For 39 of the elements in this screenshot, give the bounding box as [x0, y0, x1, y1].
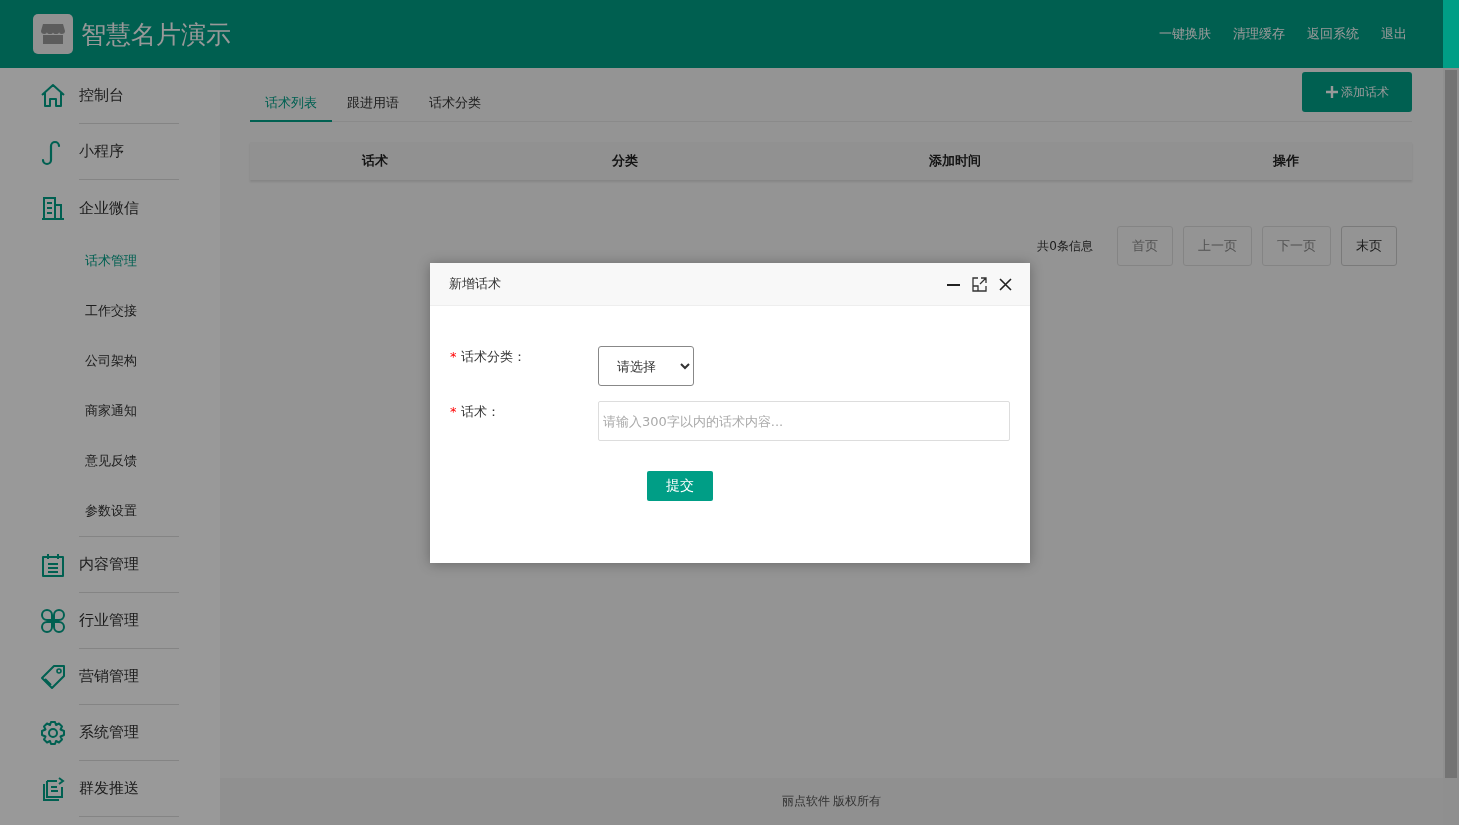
menu-item[interactable]: 内容管理 [79, 537, 179, 593]
tab[interactable]: 话术分类 [414, 94, 496, 122]
column-header: 添加时间 [928, 152, 982, 170]
record-count: 共0条信息 [1037, 237, 1093, 255]
field-label: * 话术分类： [450, 348, 527, 366]
column-header: 操作 [1272, 152, 1300, 170]
submit-button[interactable]: 提交 [647, 471, 713, 501]
menu-item[interactable]: 群发推送 [79, 761, 179, 817]
category-select[interactable]: 请选择 [598, 346, 694, 386]
app-title: 智慧名片演示 [81, 18, 231, 51]
menu-icon [39, 607, 67, 635]
tab[interactable]: 跟进用语 [332, 94, 414, 122]
field-label: * 话术： [450, 403, 501, 421]
menu-item[interactable]: 控制台 [79, 68, 179, 124]
submenu-item[interactable]: 商家通知 [79, 386, 179, 436]
submenu-item[interactable]: 意见反馈 [79, 436, 179, 486]
logo-icon [33, 14, 73, 54]
submenu-item[interactable]: 工作交接 [79, 286, 179, 336]
column-header: 分类 [611, 152, 639, 170]
input-field[interactable]: 请输入300字以内的话术内容... [598, 401, 1010, 441]
menu-item[interactable]: 系统管理 [79, 705, 179, 761]
menu-icon [39, 82, 67, 110]
maximize-icon[interactable] [972, 276, 987, 292]
menu-icon [39, 551, 67, 579]
menu-icon [39, 719, 67, 747]
menu-icon [39, 194, 67, 222]
close-icon[interactable] [998, 276, 1013, 292]
submenu-item[interactable]: 参数设置 [79, 486, 179, 536]
submenu-item[interactable]: 公司架构 [79, 336, 179, 386]
page-button[interactable]: 末页 [1341, 226, 1397, 266]
menu-icon [39, 663, 67, 691]
plus-icon [1325, 86, 1338, 98]
scrollbar[interactable] [1443, 68, 1459, 825]
column-header: 话术 [360, 152, 389, 170]
menu-item[interactable]: 企业微信 [79, 180, 179, 236]
menu-item[interactable]: 营销管理 [79, 649, 179, 705]
dialog-title: 新增话术 [449, 275, 501, 293]
menu-item[interactable]: 小程序 [79, 124, 179, 180]
menu-item[interactable]: 行业管理 [79, 593, 179, 649]
